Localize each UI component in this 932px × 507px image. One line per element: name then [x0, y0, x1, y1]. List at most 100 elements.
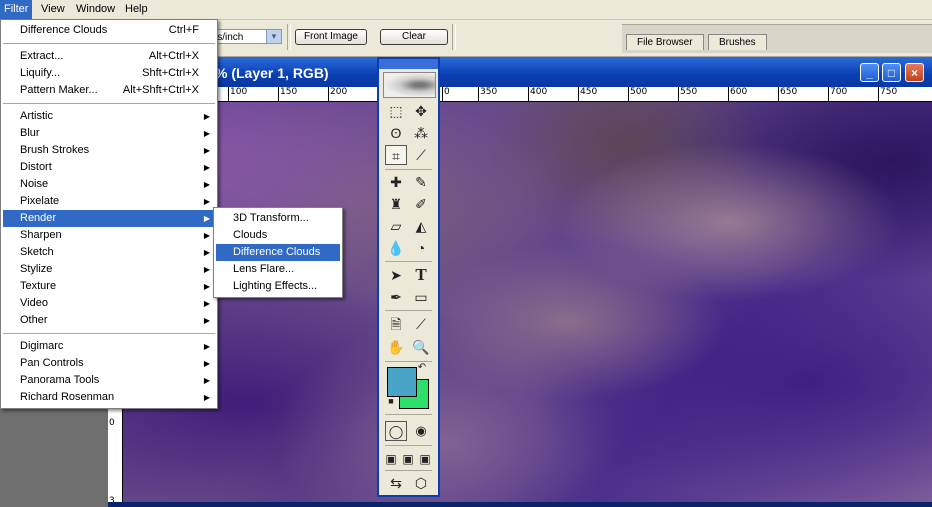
- divider: [385, 261, 432, 262]
- menu-item-pan-controls[interactable]: Pan Controls ▶: [3, 355, 215, 372]
- move-tool-icon[interactable]: ✥: [410, 101, 432, 121]
- lasso-tool-icon[interactable]: ʘ: [385, 123, 407, 143]
- document-title-bar[interactable]: % (Layer 1, RGB) _ □ ×: [108, 57, 932, 87]
- magic-wand-tool-icon[interactable]: ⁂: [410, 123, 432, 143]
- menu-item-panorama-tools[interactable]: Panorama Tools ▶: [3, 372, 215, 389]
- menu-item-brush-strokes[interactable]: Brush Strokes ▶: [3, 142, 215, 159]
- image-canvas[interactable]: [123, 102, 932, 502]
- menu-help[interactable]: Help: [121, 0, 152, 19]
- front-image-button[interactable]: Front Image: [295, 29, 367, 45]
- pen-tool-icon[interactable]: ✒: [385, 287, 407, 307]
- menu-item-stylize[interactable]: Stylize ▶: [3, 261, 215, 278]
- menu-item-distort[interactable]: Distort ▶: [3, 159, 215, 176]
- menu-filter[interactable]: Filter: [0, 0, 33, 19]
- submenu-arrow-icon: ▶: [203, 112, 210, 121]
- menu-item-liquify[interactable]: Liquify... Shft+Ctrl+X: [3, 65, 215, 82]
- tab-file-browser[interactable]: File Browser: [626, 34, 704, 50]
- menu-separator: [3, 333, 215, 334]
- zoom-tool-icon[interactable]: 🔍: [410, 337, 432, 357]
- menu-item-artistic[interactable]: Artistic ▶: [3, 108, 215, 125]
- eraser-tool-icon[interactable]: ▱: [385, 216, 407, 236]
- menu-item-blur[interactable]: Blur ▶: [3, 125, 215, 142]
- quick-mask-mode-icon[interactable]: ◉: [410, 421, 432, 441]
- submenu-item-lighting-effects[interactable]: Lighting Effects...: [216, 278, 340, 295]
- type-tool-icon[interactable]: T: [410, 265, 432, 285]
- menu-item-video[interactable]: Video ▶: [3, 295, 215, 312]
- clear-button[interactable]: Clear: [380, 29, 448, 45]
- ruler-label: 100: [228, 87, 247, 101]
- divider: [385, 470, 432, 471]
- menu-item-pattern-maker[interactable]: Pattern Maker... Alt+Shft+Ctrl+X: [3, 82, 215, 99]
- minimize-button[interactable]: _: [860, 63, 879, 82]
- full-screen-menu-mode-icon[interactable]: ▣: [399, 449, 417, 469]
- dodge-tool-icon[interactable]: ◔: [410, 238, 432, 258]
- paint-bucket-tool-icon[interactable]: ◭: [410, 216, 432, 236]
- swap-colors-icon[interactable]: ↶: [415, 361, 429, 375]
- jump-to-imageready-icon[interactable]: ⇆: [385, 473, 407, 493]
- submenu-arrow-icon: ▶: [203, 316, 210, 325]
- menu-item-richard-rosenman[interactable]: Richard Rosenman ▶: [3, 389, 215, 406]
- submenu-item-difference-clouds[interactable]: Difference Clouds: [216, 244, 340, 261]
- menu-item-noise[interactable]: Noise ▶: [3, 176, 215, 193]
- standard-mode-icon[interactable]: ◯: [385, 421, 407, 441]
- menu-item-difference-clouds-last[interactable]: Difference Clouds Ctrl+F: [3, 22, 215, 39]
- ruler-label: 150: [278, 87, 297, 101]
- imageready-icon[interactable]: ⬡: [410, 473, 432, 493]
- maximize-button[interactable]: □: [882, 63, 901, 82]
- palette-well: File Browser Brushes: [622, 24, 932, 53]
- menu-view[interactable]: View: [37, 0, 69, 19]
- standard-screen-mode-icon[interactable]: ▣: [382, 449, 400, 469]
- healing-brush-tool-icon[interactable]: ✚: [385, 172, 407, 192]
- path-selection-tool-icon[interactable]: ➤: [385, 265, 407, 285]
- shape-tool-icon[interactable]: ▭: [410, 287, 432, 307]
- photoshop-logo-icon[interactable]: [383, 72, 436, 98]
- ruler-label: 0: [109, 418, 115, 428]
- full-screen-mode-icon[interactable]: ▣: [416, 449, 434, 469]
- eyedropper-tool-icon[interactable]: ⟋: [410, 314, 432, 334]
- marquee-tool-icon[interactable]: ⬚: [385, 101, 407, 121]
- menu-window[interactable]: Window: [72, 0, 119, 19]
- menu-item-extract[interactable]: Extract... Alt+Ctrl+X: [3, 48, 215, 65]
- tab-brushes[interactable]: Brushes: [708, 34, 767, 50]
- submenu-arrow-icon: ▶: [203, 265, 210, 274]
- toolbox-title-bar[interactable]: [379, 59, 438, 69]
- submenu-arrow-icon: ▶: [203, 282, 210, 291]
- slice-tool-icon[interactable]: ⟋: [410, 145, 432, 165]
- render-submenu: 3D Transform... Clouds Difference Clouds…: [213, 207, 343, 298]
- menu-item-sketch[interactable]: Sketch ▶: [3, 244, 215, 261]
- submenu-arrow-icon: ▶: [203, 393, 210, 402]
- notes-tool-icon[interactable]: 🗎: [385, 314, 407, 334]
- ruler-label: 500: [628, 87, 647, 101]
- resolution-unit-select[interactable]: ls/inch ▼: [212, 29, 282, 44]
- menu-item-other[interactable]: Other ▶: [3, 312, 215, 329]
- blur-tool-icon[interactable]: 💧: [385, 238, 407, 258]
- crop-tool-icon[interactable]: ⌗: [385, 145, 407, 165]
- document-title: % (Layer 1, RGB): [215, 65, 329, 81]
- clone-stamp-tool-icon[interactable]: ♜: [385, 194, 407, 214]
- submenu-item-3d-transform[interactable]: 3D Transform...: [216, 210, 340, 227]
- divider: [452, 24, 456, 50]
- ruler-label: 550: [678, 87, 697, 101]
- menu-item-render[interactable]: Render ▶: [3, 210, 215, 227]
- foreground-color-swatch[interactable]: [387, 367, 417, 397]
- submenu-arrow-icon: ▶: [203, 231, 210, 240]
- submenu-item-clouds[interactable]: Clouds: [216, 227, 340, 244]
- ruler-label: 450: [578, 87, 597, 101]
- menu-item-sharpen[interactable]: Sharpen ▶: [3, 227, 215, 244]
- ruler-label: 600: [728, 87, 747, 101]
- history-brush-tool-icon[interactable]: ✐: [410, 194, 432, 214]
- menu-separator: [3, 103, 215, 104]
- menu-item-pixelate[interactable]: Pixelate ▶: [3, 193, 215, 210]
- menu-separator: [3, 43, 215, 44]
- brush-tool-icon[interactable]: ✎: [410, 172, 432, 192]
- hand-tool-icon[interactable]: ✋: [385, 337, 407, 357]
- menu-bar: Filter View Window Help: [0, 0, 932, 20]
- ruler-label: 350: [478, 87, 497, 101]
- submenu-arrow-icon: ▶: [203, 376, 210, 385]
- close-button[interactable]: ×: [905, 63, 924, 82]
- menu-item-texture[interactable]: Texture ▶: [3, 278, 215, 295]
- submenu-item-lens-flare[interactable]: Lens Flare...: [216, 261, 340, 278]
- submenu-arrow-icon: ▶: [203, 129, 210, 138]
- ruler-label: 0: [442, 87, 450, 101]
- menu-item-digimarc[interactable]: Digimarc ▶: [3, 338, 215, 355]
